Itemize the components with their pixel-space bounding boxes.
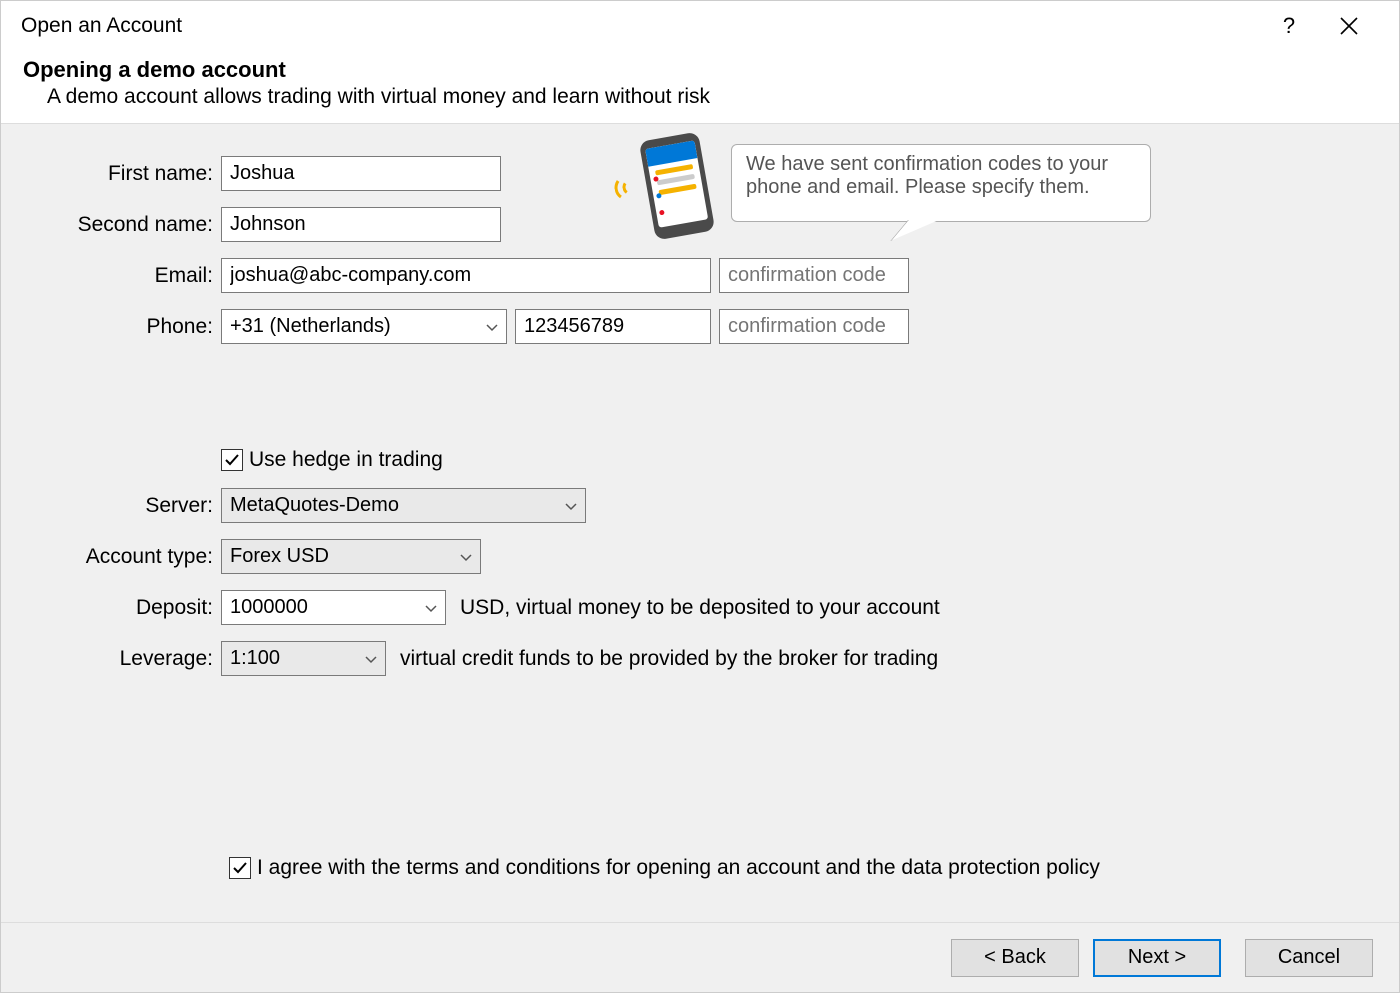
title-bar: Open an Account ? [1,1,1399,51]
phone-confirmation-code-input[interactable] [719,309,909,344]
deposit-label: Deposit: [1,596,221,620]
account-type-select[interactable]: Forex USD [221,539,481,574]
dialog-window: Open an Account ? Opening a demo account… [0,0,1400,993]
window-title: Open an Account [21,14,182,38]
back-button[interactable]: < Back [951,939,1079,977]
header-title: Opening a demo account [23,57,1379,83]
chevron-down-icon [460,549,472,565]
first-name-input[interactable] [221,156,501,191]
leverage-select[interactable]: 1:100 [221,641,386,676]
chevron-down-icon [425,600,437,616]
deposit-hint: USD, virtual money to be deposited to yo… [460,596,940,620]
second-name-input[interactable] [221,207,501,242]
phone-country-select[interactable]: +31 (Netherlands) [221,309,507,344]
phone-number-input[interactable] [515,309,711,344]
agree-label: I agree with the terms and conditions fo… [257,856,1100,880]
server-select[interactable]: MetaQuotes-Demo [221,488,586,523]
next-button[interactable]: Next > [1093,939,1221,977]
hedge-checkbox[interactable] [221,449,243,471]
first-name-label: First name: [1,162,221,186]
second-name-label: Second name: [1,213,221,237]
chevron-down-icon [486,319,498,335]
dialog-header: Opening a demo account A demo account al… [1,51,1399,123]
leverage-label: Leverage: [1,647,221,671]
chevron-down-icon [565,498,577,514]
server-label: Server: [1,494,221,518]
cancel-button[interactable]: Cancel [1245,939,1373,977]
leverage-hint: virtual credit funds to be provided by t… [400,647,938,671]
agree-checkbox[interactable] [229,857,251,879]
email-label: Email: [1,264,221,288]
email-confirmation-code-input[interactable] [719,258,909,293]
deposit-select[interactable]: 1000000 [221,590,446,625]
chevron-down-icon [365,651,377,667]
close-icon[interactable] [1319,17,1379,35]
phone-label: Phone: [1,315,221,339]
header-subtitle: A demo account allows trading with virtu… [47,85,1379,109]
hedge-label: Use hedge in trading [249,448,443,472]
dialog-body: We have sent confirmation codes to your … [1,124,1399,922]
email-input[interactable] [221,258,711,293]
dialog-footer: < Back Next > Cancel [1,922,1399,992]
help-icon[interactable]: ? [1259,13,1319,39]
account-type-label: Account type: [1,545,221,569]
